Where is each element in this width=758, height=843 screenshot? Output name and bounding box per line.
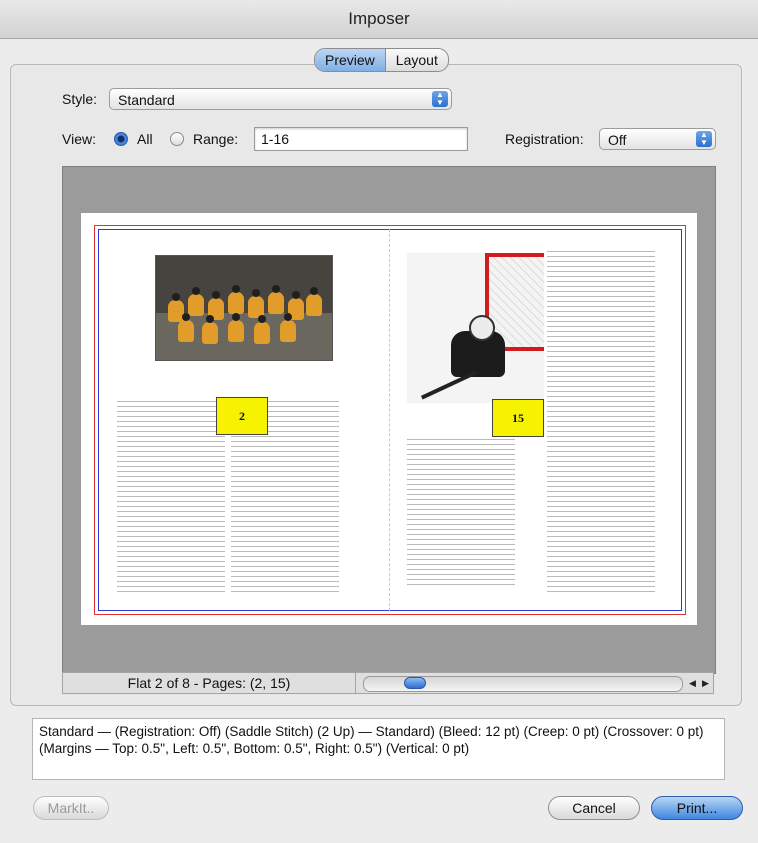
cancel-button[interactable]: Cancel xyxy=(548,796,640,820)
right-page-number: 15 xyxy=(492,399,544,437)
tab-layout[interactable]: Layout xyxy=(386,49,448,71)
tab-switcher: Preview Layout xyxy=(314,48,449,72)
horizontal-scrollbar[interactable] xyxy=(363,676,683,692)
right-page-text-left-column xyxy=(407,437,515,587)
imposition-preview: 2 15 xyxy=(62,166,716,674)
team-photo xyxy=(155,255,333,361)
tab-preview[interactable]: Preview xyxy=(315,49,386,71)
scroll-thumb[interactable] xyxy=(404,677,426,689)
scroll-right-icon[interactable]: ▶ xyxy=(700,676,711,690)
settings-summary: Standard — (Registration: Off) (Saddle S… xyxy=(32,718,725,780)
view-range-radio[interactable] xyxy=(170,132,184,146)
registration-popup[interactable]: Off ▲ ▼ xyxy=(599,128,716,150)
goalie-photo xyxy=(407,253,544,403)
view-all-radio[interactable] xyxy=(114,132,128,146)
window-title: Imposer xyxy=(0,0,758,39)
range-field[interactable]: 1-16 xyxy=(254,127,468,151)
registration-popup-value: Off xyxy=(608,132,627,148)
preview-status-bar: Flat 2 of 8 - Pages: (2, 15) ◀ ▶ xyxy=(62,672,714,694)
style-popup[interactable]: Standard ▲ ▼ xyxy=(109,88,452,110)
print-button[interactable]: Print... xyxy=(651,796,743,820)
view-range-label: Range: xyxy=(193,131,239,147)
view-all-label: All xyxy=(137,131,153,147)
spine-fold xyxy=(389,229,390,611)
popup-arrows-icon: ▲ ▼ xyxy=(432,91,448,107)
scroll-left-icon[interactable]: ◀ xyxy=(687,676,698,690)
flat-indicator: Flat 2 of 8 - Pages: (2, 15) xyxy=(63,673,356,693)
left-page-number: 2 xyxy=(216,397,268,435)
style-popup-value: Standard xyxy=(118,92,175,108)
flat-sheet: 2 15 xyxy=(81,213,697,625)
style-label: Style: xyxy=(62,91,98,107)
view-label: View: xyxy=(62,131,96,147)
registration-label: Registration: xyxy=(505,131,584,147)
popup-arrows-icon: ▲ ▼ xyxy=(696,131,712,147)
right-page-text-right-column xyxy=(547,249,655,595)
markit-button[interactable]: MarkIt.. xyxy=(33,796,109,820)
